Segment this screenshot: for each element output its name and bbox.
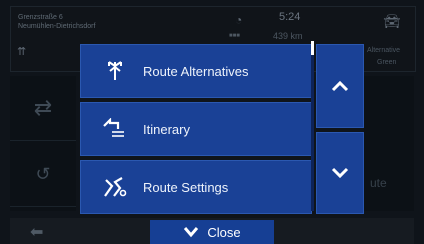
route-alternatives-icon xyxy=(95,57,135,85)
detour-icon: ⇄ xyxy=(10,76,76,141)
car-icon: 🚘︎ xyxy=(383,13,401,29)
chevron-up-icon xyxy=(331,80,349,92)
menu-item-label: Itinerary xyxy=(143,121,190,137)
background-right-panel: ute xyxy=(364,76,414,211)
location-icon: ⇈ xyxy=(17,46,27,58)
route-color-label: Green xyxy=(377,59,397,66)
speed-limit-icon: ■■■ xyxy=(229,33,240,39)
clock-icon: ◔ xyxy=(235,13,243,27)
scroll-up-button[interactable] xyxy=(316,44,364,128)
distance-display: 439 km xyxy=(273,31,303,41)
menu-item-itinerary[interactable]: Itinerary xyxy=(80,102,312,156)
route-settings-icon xyxy=(95,173,135,201)
address-street: Grenzstraße 6 xyxy=(18,14,63,21)
menu-scrollbar[interactable] xyxy=(311,41,314,211)
background-button-label: ute xyxy=(370,176,387,190)
current-address: Grenzstraße 6 Neumühlen-Dietrichsdorf xyxy=(18,13,95,31)
route-alternative-label: Alternative xyxy=(367,47,401,54)
waypoint-icon: ↺ xyxy=(10,142,76,207)
menu-item-route-alternatives[interactable]: Route Alternatives xyxy=(80,44,312,98)
scrollbar-thumb[interactable] xyxy=(311,41,314,55)
menu-item-label: Route Alternatives xyxy=(143,63,249,79)
back-arrow-icon[interactable]: ⬅ xyxy=(30,222,43,242)
close-button[interactable]: Close xyxy=(150,220,274,244)
itinerary-icon xyxy=(95,115,135,143)
chevron-down-icon xyxy=(331,167,349,179)
address-locality: Neumühlen-Dietrichsdorf xyxy=(18,23,96,30)
menu-item-route-settings[interactable]: Route Settings xyxy=(80,160,312,214)
menu-item-label: Route Settings xyxy=(143,179,229,195)
background-left-panel: ⇄ ↺ xyxy=(10,76,76,211)
chevron-down-icon xyxy=(184,227,199,238)
time-display: 5:24 xyxy=(279,11,301,23)
scroll-down-button[interactable] xyxy=(316,132,364,214)
close-label: Close xyxy=(207,224,241,240)
